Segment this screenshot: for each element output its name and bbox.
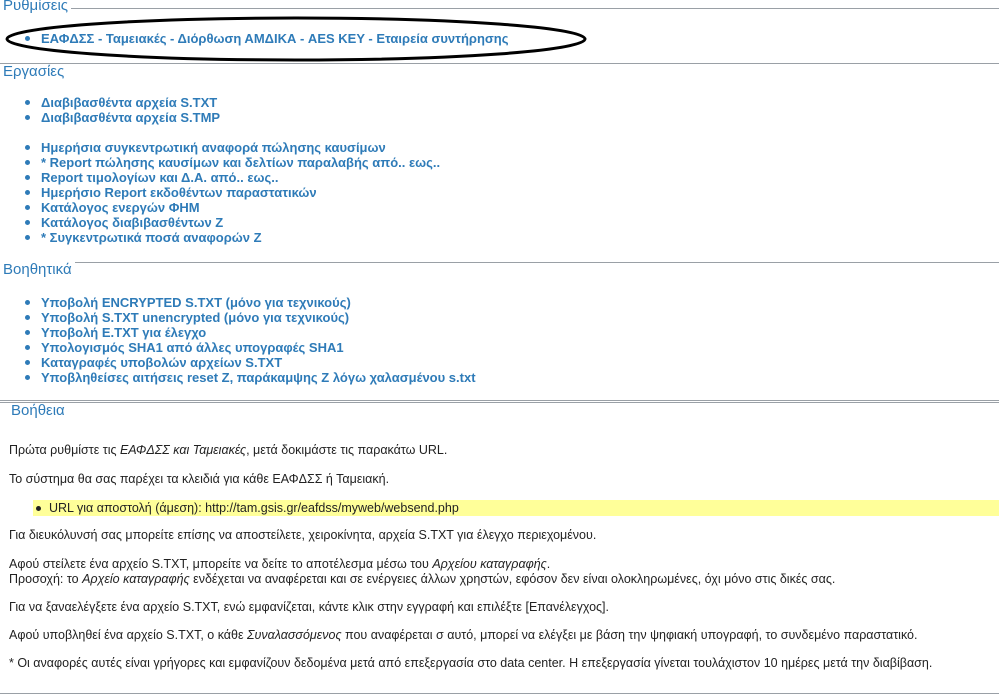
help-paragraph-8: * Οι αναφορές αυτές είναι γρήγορες και ε… bbox=[9, 656, 933, 670]
tools-link-sha1[interactable]: Υπολογισμός SHA1 από άλλες υπογραφές SHA… bbox=[41, 340, 344, 355]
bullet-icon bbox=[36, 506, 41, 511]
tasks-link-issued-docs[interactable]: Ημερήσιο Report εκδοθέντων παραστατικών bbox=[41, 185, 317, 200]
bullet-icon bbox=[25, 160, 30, 165]
help-rule bbox=[0, 400, 999, 403]
help-paragraph-6: Για να ξαναελέγξετε ένα αρχείο S.TXT, εν… bbox=[9, 600, 609, 614]
bullet-icon bbox=[25, 375, 30, 380]
tools-link-unencrypted[interactable]: Υποβολή S.TXT unencrypted (μόνο για τεχν… bbox=[41, 310, 349, 325]
tasks-link-stmp[interactable]: Διαβιβασθέντα αρχεία S.TMP bbox=[41, 110, 220, 125]
tools-heading: Βοηθητικά bbox=[0, 262, 75, 278]
help-paragraph-1: Πρώτα ρυθμίστε τις ΕΑΦΔΣΣ και Ταμειακές,… bbox=[9, 443, 448, 457]
bullet-icon bbox=[25, 205, 30, 210]
tasks-link-z-list[interactable]: Κατάλογος διαβιβασθέντων Ζ bbox=[41, 215, 223, 230]
settings-heading: Ρυθμίσεις bbox=[0, 0, 72, 14]
tasks-link-stxt[interactable]: Διαβιβασθέντα αρχεία S.TXT bbox=[41, 95, 217, 110]
tasks-link-fuel-daily[interactable]: Ημερήσια συγκεντρωτική αναφορά πώλησης κ… bbox=[41, 140, 386, 155]
bullet-icon bbox=[25, 315, 30, 320]
bullet-icon bbox=[25, 330, 30, 335]
tools-link-upload-log[interactable]: Καταγραφές υποβολών αρχείων S.TXT bbox=[41, 355, 282, 370]
help-paragraph-3: Για διευκόλυνσή σας μπορείτε επίσης να α… bbox=[9, 528, 597, 542]
bullet-icon bbox=[25, 36, 30, 41]
bullet-icon bbox=[25, 175, 30, 180]
websend-url: URL για αποστολή (άμεση): http://tam.gsi… bbox=[49, 501, 459, 515]
bullet-icon bbox=[25, 100, 30, 105]
tasks-link-z-totals[interactable]: * Συγκεντρωτικά ποσά αναφορών Ζ bbox=[41, 230, 262, 245]
highlighted-url-row: URL για αποστολή (άμεση): http://tam.gsi… bbox=[33, 500, 999, 516]
bullet-icon bbox=[25, 220, 30, 225]
tasks-link-active-fhm[interactable]: Κατάλογος ενεργών ΦΗΜ bbox=[41, 200, 200, 215]
footer-rule bbox=[0, 693, 999, 694]
settings-rule bbox=[0, 8, 999, 9]
bullet-icon bbox=[25, 360, 30, 365]
bullet-icon bbox=[25, 145, 30, 150]
bullet-icon bbox=[25, 235, 30, 240]
help-paragraph-4: Αφού στείλετε ένα αρχείο S.TXT, μπορείτε… bbox=[9, 557, 551, 571]
help-paragraph-5: Προσοχή: το Αρχείο καταγραφής ενδέχεται … bbox=[9, 572, 836, 586]
tasks-rule bbox=[0, 63, 999, 64]
bullet-icon bbox=[25, 115, 30, 120]
tasks-link-invoices[interactable]: Report τιμολογίων και Δ.Α. από.. εως.. bbox=[41, 170, 278, 185]
help-paragraph-7: Αφού υποβληθεί ένα αρχείο S.TXT, ο κάθε … bbox=[9, 628, 918, 642]
help-heading: Βοήθεια bbox=[8, 403, 68, 419]
tools-rule bbox=[0, 262, 999, 263]
bullet-icon bbox=[25, 345, 30, 350]
tasks-link-fuel-report[interactable]: * Report πώλησης καυσίμων και δελτίων πα… bbox=[41, 155, 440, 170]
tools-link-etxt[interactable]: Υποβολή E.TXT για έλεγχο bbox=[41, 325, 206, 340]
settings-link-eafdss[interactable]: ΕΑΦΔΣΣ - Ταμειακές - Διόρθωση ΑΜΔΙΚΑ - A… bbox=[41, 31, 508, 46]
tasks-heading: Εργασίες bbox=[0, 64, 68, 80]
help-paragraph-2: Το σύστημα θα σας παρέχει τα κλειδιά για… bbox=[9, 472, 390, 486]
bullet-icon bbox=[25, 190, 30, 195]
tools-link-reset-z[interactable]: Υποβληθείσες αιτήσεις reset Z, παράκαμψη… bbox=[41, 370, 476, 385]
bullet-icon bbox=[25, 300, 30, 305]
tools-link-encrypted[interactable]: Υποβολή ENCRYPTED S.TXT (μόνο για τεχνικ… bbox=[41, 295, 351, 310]
